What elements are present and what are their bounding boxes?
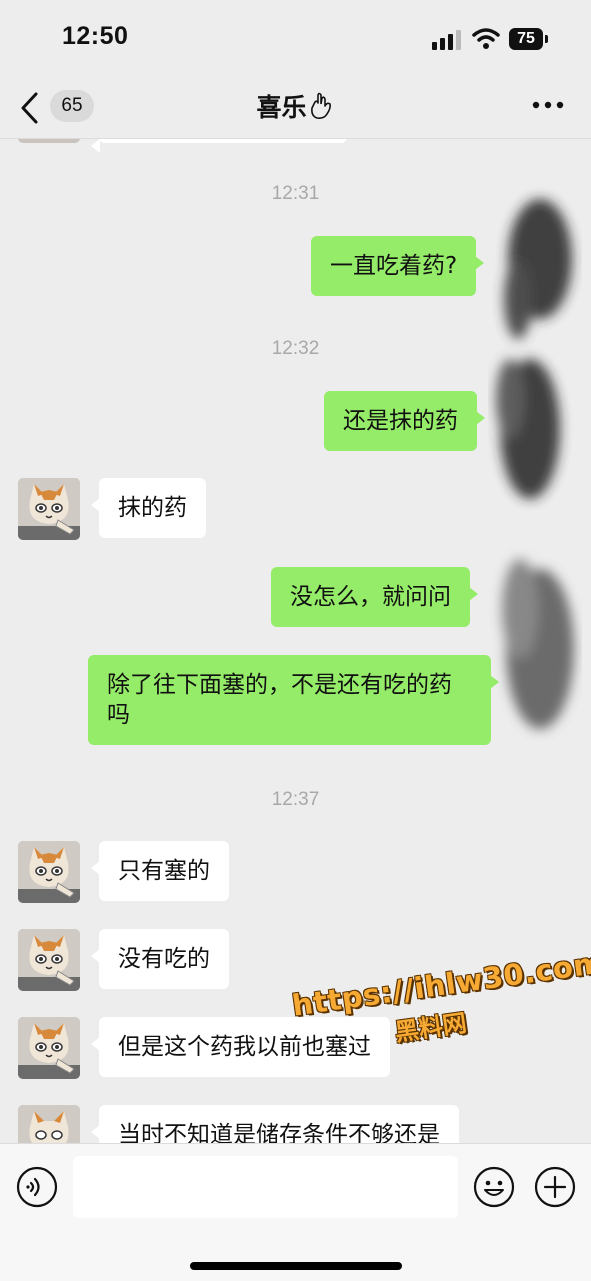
message-bubble-sent[interactable]: 没怎么，就问问: [271, 567, 478, 627]
cat-avatar-icon: [18, 929, 80, 991]
plus-icon[interactable]: [534, 1166, 576, 1208]
input-bar: [0, 1143, 591, 1281]
cat-avatar-icon: [18, 478, 80, 540]
cat-avatar-icon: [18, 841, 80, 903]
timestamp: 12:32: [271, 338, 320, 359]
avatar[interactable]: [18, 841, 80, 903]
home-indicator[interactable]: [190, 1262, 402, 1270]
contact-name: 喜乐: [256, 93, 307, 122]
chevron-left-icon[interactable]: [18, 90, 42, 126]
message-bubble-sent[interactable]: 还是抹的药: [324, 391, 485, 451]
message-bubble-sent[interactable]: 除了往下面塞的，不是还有吃的药吗: [88, 655, 499, 745]
battery-tip: [545, 35, 548, 43]
status-bar: 12:50 75: [0, 0, 591, 80]
chat-area[interactable]: 12:31 一直吃着药? 12:32 还是抹的药 抹的药 没怎么，就问问 除了往…: [0, 139, 591, 1143]
avatar[interactable]: [18, 1105, 80, 1143]
avatar[interactable]: [18, 1017, 80, 1079]
avatar[interactable]: [18, 139, 80, 143]
battery-icon: 75: [509, 28, 543, 50]
status-time: 12:50: [62, 22, 129, 50]
watermark: https://ihlw30.com 黑料网: [290, 945, 591, 1046]
message-bubble-received[interactable]: 当时不知道是储存条件不够还是: [91, 1105, 459, 1143]
cat-avatar-icon: [18, 1017, 80, 1079]
hand-emoji-icon: [310, 92, 331, 119]
message-bubble-sent[interactable]: 一直吃着药?: [311, 236, 485, 296]
chat-header: 喜乐 65: [0, 80, 591, 139]
cat-avatar-icon: [18, 1105, 80, 1143]
message-bubble-received[interactable]: 只有塞的: [91, 841, 229, 901]
avatar[interactable]: [18, 478, 80, 540]
message-bubble-received[interactable]: 没有吃的: [91, 929, 229, 989]
message-input[interactable]: [73, 1156, 458, 1218]
message-bubble-received[interactable]: 但是这个药我以前也塞过: [91, 1017, 390, 1077]
timestamp: 12:31: [271, 183, 320, 204]
signal-icon: [432, 30, 461, 50]
message-bubble-partial[interactable]: [91, 139, 347, 153]
redaction-smear: [496, 199, 574, 729]
more-icon[interactable]: [532, 101, 564, 109]
timestamp: 12:37: [271, 789, 320, 810]
voice-icon[interactable]: [16, 1166, 58, 1208]
message-bubble-received[interactable]: 抹的药: [91, 478, 206, 538]
avatar[interactable]: [18, 929, 80, 991]
unread-count-badge[interactable]: 65: [50, 90, 94, 122]
emoji-icon[interactable]: [473, 1166, 515, 1208]
watermark-name: 黑料网: [393, 1008, 469, 1047]
wifi-icon: [472, 28, 500, 49]
